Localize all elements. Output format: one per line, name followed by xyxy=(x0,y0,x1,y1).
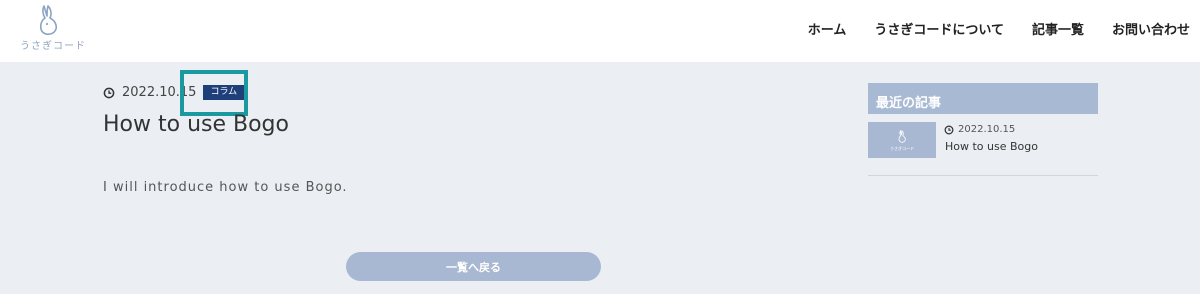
site-header: うさぎコード ホーム うさぎコードについて 記事一覧 お問い合わせ xyxy=(0,0,1200,62)
post-body: I will introduce how to use Bogo. xyxy=(103,180,348,195)
logo-text: うさぎコード xyxy=(20,41,86,52)
nav-item-home[interactable]: ホーム xyxy=(808,19,847,38)
recent-post-date: 2022.10.15 xyxy=(958,124,1016,135)
site-logo[interactable]: うさぎコード xyxy=(20,4,85,54)
recent-post-item[interactable]: うさぎコード 2022.10.15 How to use Bogo xyxy=(868,122,1098,176)
sidebar-heading: 最近の記事 xyxy=(868,83,1098,114)
main-nav: ホーム うさぎコードについて 記事一覧 お問い合わせ xyxy=(808,19,1190,38)
rabbit-thumbnail-icon xyxy=(898,130,906,143)
main-content: 2022.10.15 コラム How to use Bogo I will in… xyxy=(0,62,1200,294)
nav-item-contact[interactable]: お問い合わせ xyxy=(1112,19,1190,38)
nav-item-articles[interactable]: 記事一覧 xyxy=(1032,19,1084,38)
nav-item-about[interactable]: うさぎコードについて xyxy=(874,19,1004,38)
clock-icon xyxy=(944,125,954,134)
thumbnail-text: うさぎコード xyxy=(890,146,914,151)
rabbit-logo-icon xyxy=(39,5,58,36)
highlight-box xyxy=(180,70,248,116)
clock-icon xyxy=(103,87,115,98)
back-to-list-button[interactable]: 一覧へ戻る xyxy=(346,252,601,281)
sidebar: 最近の記事 うさぎコード 2022.10.15 How to use Bogo xyxy=(868,83,1098,176)
recent-post-title[interactable]: How to use Bogo xyxy=(945,140,1038,153)
post-title: How to use Bogo xyxy=(103,112,289,137)
recent-post-meta: 2022.10.15 xyxy=(944,124,1015,135)
recent-post-thumbnail[interactable]: うさぎコード xyxy=(868,122,936,158)
